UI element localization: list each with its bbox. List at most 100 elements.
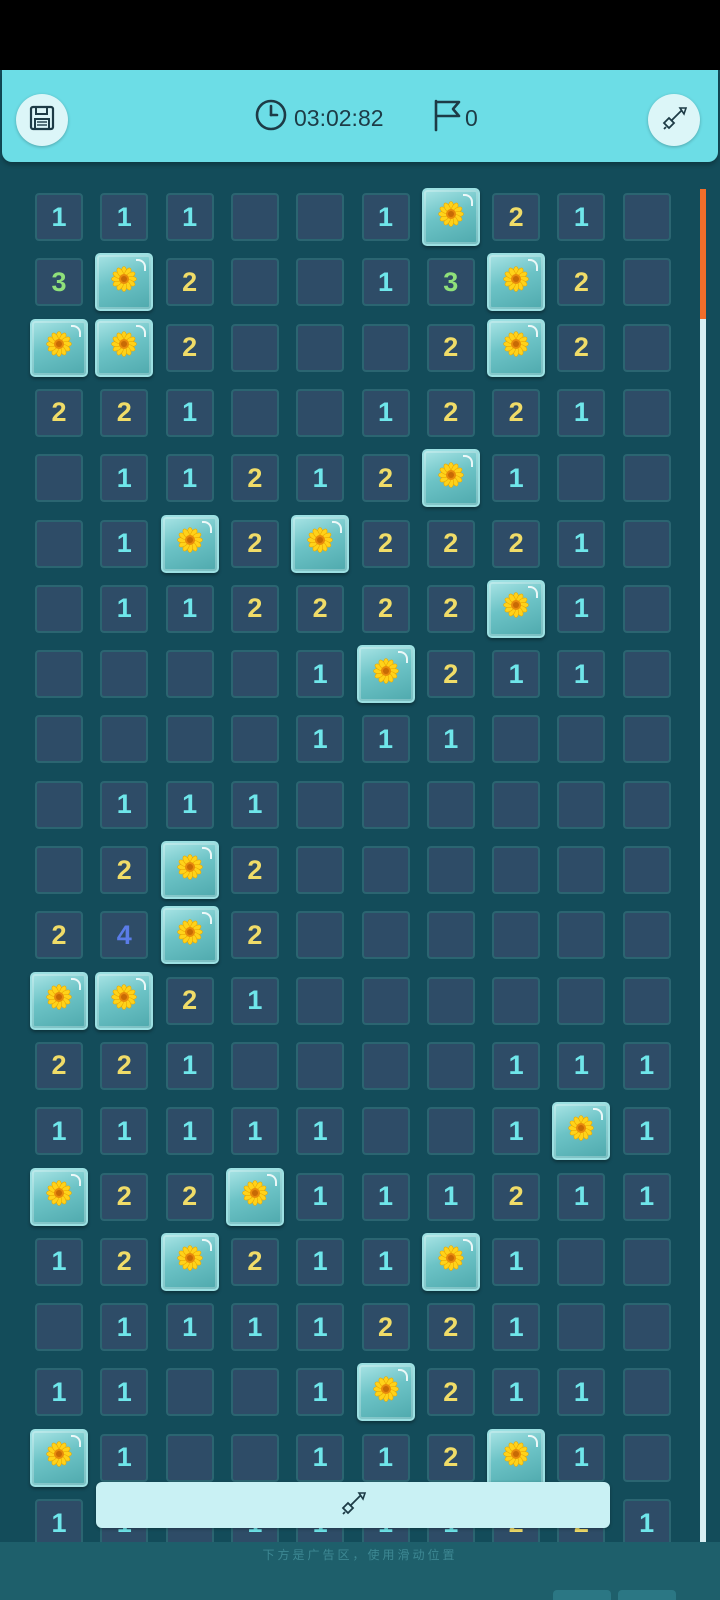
cell-number[interactable]: 1 (296, 1107, 345, 1156)
cell-number[interactable]: 2 (557, 258, 606, 307)
cell-flagged[interactable] (160, 906, 219, 965)
cell-empty[interactable] (100, 650, 149, 699)
cell-empty[interactable] (230, 1368, 279, 1417)
cell-empty[interactable] (557, 846, 606, 894)
cell-empty[interactable] (622, 584, 671, 633)
cell-number[interactable]: 2 (165, 258, 214, 307)
cell-number[interactable]: 1 (622, 1172, 671, 1221)
cell-empty[interactable] (426, 976, 475, 1025)
cell-number[interactable]: 1 (35, 1237, 83, 1286)
cell-empty[interactable] (492, 780, 541, 829)
cell-empty[interactable] (296, 780, 345, 829)
cell-number[interactable]: 1 (557, 584, 606, 633)
cell-number[interactable]: 2 (361, 1303, 410, 1352)
cell-empty[interactable] (557, 911, 606, 960)
cell-empty[interactable] (622, 1237, 671, 1286)
cell-empty[interactable] (361, 911, 410, 960)
cell-number[interactable]: 1 (492, 454, 541, 503)
cell-number[interactable]: 1 (557, 1041, 606, 1090)
cell-number[interactable]: 1 (557, 1368, 606, 1417)
cell-number[interactable]: 2 (165, 1172, 214, 1221)
cell-number[interactable]: 4 (100, 911, 149, 960)
cell-empty[interactable] (296, 193, 345, 241)
cell-number[interactable]: 1 (296, 715, 345, 764)
cell-empty[interactable] (296, 323, 345, 372)
cell-number[interactable]: 1 (361, 258, 410, 307)
cell-number[interactable]: 2 (35, 911, 83, 960)
cell-number[interactable]: 1 (296, 1433, 345, 1482)
cell-empty[interactable] (557, 454, 606, 503)
cell-number[interactable]: 1 (361, 1433, 410, 1482)
cell-empty[interactable] (296, 911, 345, 960)
cell-number[interactable]: 1 (100, 1107, 149, 1156)
cell-number[interactable]: 2 (100, 846, 149, 894)
cell-flagged[interactable] (95, 318, 154, 377)
shovel-mode-bar[interactable] (96, 1482, 610, 1528)
save-button[interactable] (16, 94, 68, 146)
cell-number[interactable]: 1 (492, 1368, 541, 1417)
cell-number[interactable]: 1 (557, 193, 606, 241)
cell-number[interactable]: 2 (230, 911, 279, 960)
cell-flagged[interactable] (487, 318, 546, 377)
cell-number[interactable]: 1 (361, 1237, 410, 1286)
cell-number[interactable]: 1 (230, 780, 279, 829)
cell-empty[interactable] (426, 846, 475, 894)
cell-empty[interactable] (230, 323, 279, 372)
cell-empty[interactable] (622, 1433, 671, 1482)
cell-empty[interactable] (622, 911, 671, 960)
cell-empty[interactable] (622, 388, 671, 437)
cell-empty[interactable] (426, 1041, 475, 1090)
cell-number[interactable]: 2 (230, 846, 279, 894)
cell-number[interactable]: 2 (230, 1237, 279, 1286)
cell-empty[interactable] (35, 650, 83, 699)
cell-empty[interactable] (230, 1433, 279, 1482)
cell-empty[interactable] (426, 911, 475, 960)
cell-number[interactable]: 1 (557, 519, 606, 568)
cell-number[interactable]: 2 (557, 323, 606, 372)
cell-empty[interactable] (492, 911, 541, 960)
cell-empty[interactable] (100, 715, 149, 764)
scrollbar-track[interactable] (700, 189, 706, 1589)
cell-empty[interactable] (622, 1368, 671, 1417)
cell-number[interactable]: 2 (361, 454, 410, 503)
cell-number[interactable]: 1 (165, 1303, 214, 1352)
cell-number[interactable]: 1 (165, 1041, 214, 1090)
cell-empty[interactable] (35, 715, 83, 764)
cell-empty[interactable] (492, 715, 541, 764)
cell-empty[interactable] (165, 715, 214, 764)
cell-number[interactable]: 1 (165, 1107, 214, 1156)
cell-number[interactable]: 2 (426, 519, 475, 568)
cell-empty[interactable] (622, 715, 671, 764)
cell-number[interactable]: 1 (426, 715, 475, 764)
cell-empty[interactable] (622, 1303, 671, 1352)
cell-number[interactable]: 2 (100, 1041, 149, 1090)
cell-number[interactable]: 2 (296, 584, 345, 633)
cell-number[interactable]: 2 (426, 1303, 475, 1352)
cell-number[interactable]: 1 (100, 1303, 149, 1352)
ad-button-right[interactable] (618, 1590, 676, 1600)
cell-number[interactable]: 2 (426, 650, 475, 699)
cell-number[interactable]: 1 (35, 1499, 83, 1547)
cell-number[interactable]: 1 (622, 1499, 671, 1547)
cell-number[interactable]: 1 (165, 584, 214, 633)
cell-empty[interactable] (35, 1303, 83, 1352)
cell-empty[interactable] (622, 323, 671, 372)
cell-number[interactable]: 1 (165, 388, 214, 437)
cell-number[interactable]: 2 (492, 193, 541, 241)
cell-empty[interactable] (35, 454, 83, 503)
cell-empty[interactable] (165, 1368, 214, 1417)
cell-number[interactable]: 1 (557, 650, 606, 699)
cell-empty[interactable] (296, 388, 345, 437)
cell-flagged[interactable] (421, 449, 480, 508)
cell-empty[interactable] (230, 258, 279, 307)
cell-number[interactable]: 2 (426, 323, 475, 372)
cell-empty[interactable] (296, 846, 345, 894)
cell-empty[interactable] (557, 780, 606, 829)
cell-number[interactable]: 1 (100, 584, 149, 633)
cell-number[interactable]: 1 (557, 1433, 606, 1482)
cell-number[interactable]: 1 (296, 1237, 345, 1286)
cell-flagged[interactable] (160, 841, 219, 899)
cell-empty[interactable] (426, 780, 475, 829)
cell-number[interactable]: 1 (35, 193, 83, 241)
cell-empty[interactable] (165, 650, 214, 699)
